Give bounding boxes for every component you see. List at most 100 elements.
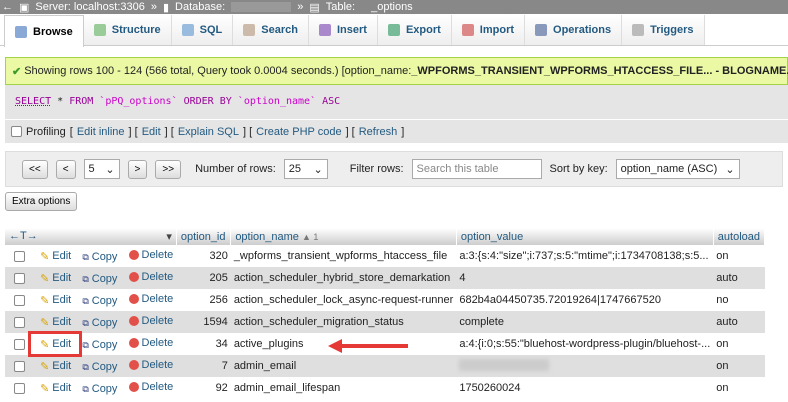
tab-triggers[interactable]: Triggers <box>622 15 704 45</box>
tab-structure[interactable]: Structure <box>84 15 172 45</box>
expand-columns-icon[interactable]: ←T→ <box>9 230 38 242</box>
cell-option-value[interactable]: 682b4a04450735.72019264|1747667520 <box>456 289 713 311</box>
profiling-checkbox[interactable] <box>11 126 22 137</box>
sort-dropdown-icon[interactable]: ▾ <box>166 230 172 243</box>
back-arrow-icon[interactable]: ← <box>2 1 13 13</box>
cell-autoload[interactable]: on <box>713 333 764 355</box>
edit-button[interactable]: ✎Edit <box>40 250 71 263</box>
edit-button[interactable]: ✎Edit <box>40 382 71 395</box>
cell-autoload[interactable]: on <box>713 245 764 267</box>
cell-option-name[interactable]: action_scheduler_hybrid_store_demarkatio… <box>231 267 457 289</box>
cell-autoload[interactable]: on <box>713 355 764 377</box>
copy-button[interactable]: ⧉Copy <box>82 339 117 351</box>
row-checkbox[interactable] <box>14 339 25 350</box>
copy-button[interactable]: ⧉Copy <box>82 273 117 285</box>
delete-icon <box>129 294 139 304</box>
breadcrumb-database[interactable]: Database: <box>175 1 225 13</box>
first-page-button[interactable]: << <box>22 160 48 179</box>
sql-keyword-select[interactable]: SELECT <box>15 96 51 107</box>
tab-sql[interactable]: SQL <box>172 15 234 45</box>
tab-browse[interactable]: Browse <box>4 15 84 47</box>
edit-button[interactable]: ✎Edit <box>40 316 71 329</box>
table-row: ✎Edit ⧉Copy Delete 92 admin_email_lifesp… <box>5 377 765 399</box>
row-checkbox[interactable] <box>14 361 25 372</box>
delete-button[interactable]: Delete <box>129 293 174 305</box>
cell-option-id[interactable]: 34 <box>176 333 230 355</box>
cell-option-name[interactable]: action_scheduler_lock_async-request-runn… <box>231 289 457 311</box>
row-checkbox[interactable] <box>14 317 25 328</box>
cell-option-id[interactable]: 1594 <box>176 311 230 333</box>
blurred-value <box>459 359 549 371</box>
cell-option-id[interactable]: 320 <box>176 245 230 267</box>
filter-rows-input[interactable]: Search this table <box>412 159 542 179</box>
row-checkbox[interactable] <box>14 251 25 262</box>
row-checkbox[interactable] <box>14 383 25 394</box>
next-page-button[interactable]: > <box>128 160 148 179</box>
cell-autoload[interactable]: auto <box>713 311 764 333</box>
extra-options-button[interactable]: Extra options <box>5 192 77 211</box>
pencil-icon: ✎ <box>40 316 49 329</box>
copy-button[interactable]: ⧉Copy <box>82 251 117 263</box>
edit-button[interactable]: ✎Edit <box>40 360 71 373</box>
page-select[interactable]: 5⌄ <box>84 159 120 179</box>
cell-option-id[interactable]: 7 <box>176 355 230 377</box>
edit-inline-link[interactable]: Edit inline <box>77 126 125 138</box>
column-controls[interactable]: ←T→ ▾ <box>5 228 176 245</box>
cell-option-name[interactable]: action_scheduler_migration_status <box>231 311 457 333</box>
tab-import[interactable]: Import <box>452 15 525 45</box>
edit-link[interactable]: Edit <box>142 126 161 138</box>
delete-button[interactable]: Delete <box>129 359 174 371</box>
cell-option-value[interactable]: a:3:{s:4:"size";i:737;s:5:"mtime";i:1734… <box>456 245 713 267</box>
cell-option-id[interactable]: 92 <box>176 377 230 399</box>
delete-button[interactable]: Delete <box>129 249 174 261</box>
row-checkbox[interactable] <box>14 273 25 284</box>
tab-export[interactable]: Export <box>378 15 452 45</box>
cell-option-name[interactable]: admin_email_lifespan <box>231 377 457 399</box>
copy-icon: ⧉ <box>82 296 88 307</box>
delete-button[interactable]: Delete <box>129 315 174 327</box>
cell-autoload[interactable]: auto <box>713 267 764 289</box>
row-checkbox[interactable] <box>14 295 25 306</box>
delete-button[interactable]: Delete <box>129 337 174 349</box>
edit-button[interactable]: ✎Edit <box>40 294 71 307</box>
sort-by-key-select[interactable]: option_name (ASC)⌄ <box>616 159 740 179</box>
breadcrumb-table-name[interactable]: _options <box>371 1 413 13</box>
delete-button[interactable]: Delete <box>129 271 174 283</box>
cell-option-name[interactable]: admin_email <box>231 355 457 377</box>
cell-option-value[interactable]: 4 <box>456 267 713 289</box>
query-options: Profiling [Edit inline] [ Edit] [ Explai… <box>5 120 788 143</box>
cell-option-name[interactable]: _wpforms_transient_wpforms_htaccess_file <box>231 245 457 267</box>
rows-select[interactable]: 25⌄ <box>284 159 328 179</box>
tab-search[interactable]: Search <box>233 15 309 45</box>
create-php-code-link[interactable]: Create PHP code <box>256 126 341 138</box>
copy-button[interactable]: ⧉Copy <box>82 295 117 307</box>
explain-sql-link[interactable]: Explain SQL <box>178 126 239 138</box>
breadcrumb-table[interactable]: Table: <box>326 1 355 13</box>
copy-button[interactable]: ⧉Copy <box>82 361 117 373</box>
cell-autoload[interactable]: no <box>713 289 764 311</box>
breadcrumb-server[interactable]: Server: localhost:3306 <box>35 1 144 13</box>
blurred-database-name <box>231 2 291 12</box>
tab-operations[interactable]: Operations <box>525 15 622 45</box>
cell-option-value[interactable]: complete <box>456 311 713 333</box>
tab-insert[interactable]: Insert <box>309 15 378 45</box>
cell-option-id[interactable]: 205 <box>176 267 230 289</box>
cell-autoload[interactable]: on <box>713 377 764 399</box>
header-option-value[interactable]: option_value <box>456 228 713 245</box>
cell-option-value[interactable]: a:4:{i:0;s:55:"bluehost-wordpress-plugin… <box>456 333 713 355</box>
refresh-link[interactable]: Refresh <box>359 126 398 138</box>
header-option-id[interactable]: option_id <box>176 228 230 245</box>
table-row: ✎Edit ⧉Copy Delete 320 _wpforms_transien… <box>5 245 765 267</box>
copy-button[interactable]: ⧉Copy <box>82 383 117 395</box>
cell-option-value[interactable]: 1750260024 <box>456 377 713 399</box>
header-option-name[interactable]: option_name ▲ 1 <box>231 228 457 245</box>
prev-page-button[interactable]: < <box>56 160 76 179</box>
database-icon: ▮ <box>163 1 169 14</box>
last-page-button[interactable]: >> <box>155 160 181 179</box>
cell-option-id[interactable]: 256 <box>176 289 230 311</box>
copy-button[interactable]: ⧉Copy <box>82 317 117 329</box>
delete-button[interactable]: Delete <box>129 381 174 393</box>
cell-option-value[interactable] <box>456 355 713 377</box>
edit-button[interactable]: ✎Edit <box>40 272 71 285</box>
header-autoload[interactable]: autoload <box>713 228 764 245</box>
